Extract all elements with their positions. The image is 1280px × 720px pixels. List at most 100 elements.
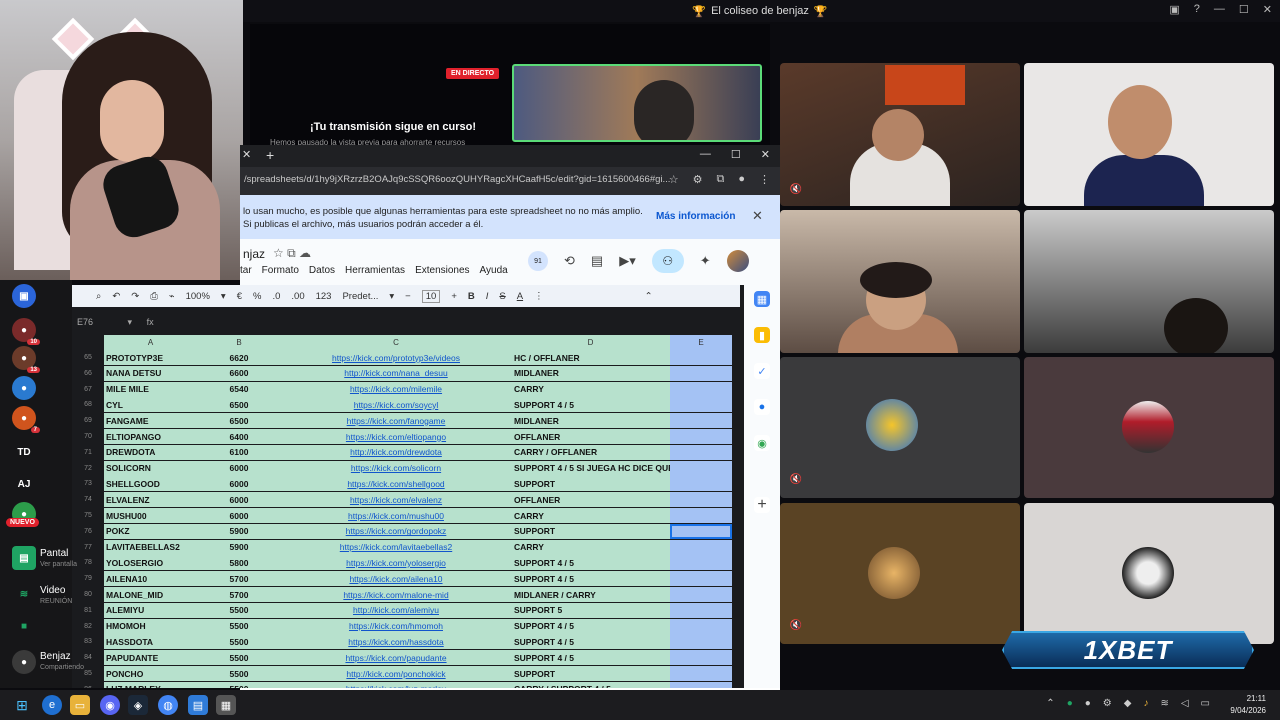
cell-name[interactable]: MALONE_MID (104, 587, 197, 602)
cell-score[interactable]: 6000 (197, 492, 281, 508)
add-icon[interactable]: + (754, 496, 770, 513)
cell-score[interactable]: 5700 (197, 571, 281, 587)
menu-item[interactable]: Extensiones (415, 265, 469, 276)
maps-icon[interactable]: ◉ (754, 435, 770, 451)
cell-score[interactable]: 5700 (197, 587, 281, 602)
windows-start-icon[interactable]: ⊞ (12, 695, 32, 715)
cast-icon[interactable]: ▣ (1169, 3, 1179, 16)
row-number[interactable]: 77 (72, 539, 104, 555)
minimize-button[interactable]: — (700, 148, 711, 161)
volume-icon[interactable]: ◁ (1181, 698, 1189, 709)
cell-name[interactable]: FANGAME (104, 413, 197, 429)
row-number[interactable]: 81 (72, 602, 104, 618)
cell-link[interactable]: https://kick.com/solicorn (281, 460, 511, 476)
cell-empty[interactable] (670, 523, 732, 539)
cell-name[interactable]: LAVITAEBELLAS2 (104, 539, 197, 555)
number-format[interactable]: 123 (316, 291, 332, 302)
plus-icon[interactable]: + (451, 291, 457, 302)
search-icon[interactable]: ⌕ (96, 291, 101, 302)
cell-empty[interactable] (670, 397, 732, 413)
cell-name[interactable]: NANA DETSU (104, 365, 197, 381)
tv-icon[interactable]: ▣ (12, 284, 36, 308)
help-icon[interactable]: ? (1194, 3, 1200, 16)
cell-score[interactable]: 6540 (197, 381, 281, 397)
cell-name[interactable]: ALEMIYU (104, 602, 197, 618)
column-header[interactable]: D (511, 335, 670, 350)
avatar[interactable]: ● (12, 650, 36, 674)
row-number[interactable]: 66 (72, 365, 104, 381)
cell-role[interactable]: CARRY (511, 539, 670, 555)
cell-link[interactable]: https://kick.com/shellgood (281, 476, 511, 492)
tray-icon[interactable]: ● (1067, 698, 1073, 709)
discord-icon[interactable]: ◉ (100, 695, 120, 715)
more-menu-icon[interactable]: ⋮ (759, 173, 770, 186)
column-header[interactable]: E (670, 335, 732, 350)
increase-decimal[interactable]: .00 (291, 291, 304, 302)
cell-empty[interactable] (670, 460, 732, 476)
participant-tile[interactable] (1024, 357, 1274, 498)
channel-icon[interactable]: ● 7 (12, 406, 40, 433)
paint-format-icon[interactable]: ⌁ (169, 291, 175, 302)
cell-link[interactable]: https://kick.com/luz-marley (281, 681, 511, 688)
sidebar-item-td[interactable]: TD (12, 440, 36, 464)
cell-name[interactable]: PONCHO (104, 666, 197, 681)
keep-icon[interactable]: ▮ (754, 327, 770, 343)
cell-role[interactable]: SUPPORT 4 / 5 (511, 650, 670, 666)
close-button[interactable]: ✕ (761, 148, 770, 161)
collapse-icon[interactable]: ⌃ (645, 291, 653, 302)
cell-link[interactable]: http://kick.com/nana_desuu (281, 365, 511, 381)
cell-empty[interactable] (670, 681, 732, 688)
row-number[interactable]: 70 (72, 429, 104, 444)
cell-link[interactable]: https://kick.com/elvalenz (281, 492, 511, 508)
channel-icon[interactable]: ● 13 (12, 346, 40, 373)
sidebar-item-aj[interactable]: AJ (12, 472, 36, 496)
row-number[interactable]: 67 (72, 381, 104, 397)
cell-link[interactable]: http://kick.com/alemiyu (281, 602, 511, 618)
row-number[interactable]: 72 (72, 460, 104, 476)
cell-link[interactable]: http://kick.com/drewdota (281, 444, 511, 460)
screen-share-icon[interactable]: ▤ (12, 546, 36, 570)
cell-role[interactable]: MIDLANER (511, 365, 670, 381)
cell-link[interactable]: https://kick.com/ailena10 (281, 571, 511, 587)
strikethrough-icon[interactable]: S (499, 291, 505, 302)
tray-icon[interactable]: ⚙ (1103, 698, 1112, 709)
cell-role[interactable]: MIDLANER / CARRY (511, 587, 670, 602)
extension-icon[interactable]: ⚙ (693, 173, 703, 186)
cell-score[interactable]: 5500 (197, 602, 281, 618)
cell-role[interactable]: HC / OFFLANER (511, 350, 670, 365)
cell-empty[interactable] (670, 508, 732, 523)
row-number[interactable]: 71 (72, 444, 104, 460)
cell-score[interactable]: 5800 (197, 555, 281, 571)
formula-bar[interactable]: E76 ▾ fx (77, 317, 722, 328)
row-number[interactable]: 75 (72, 508, 104, 523)
cell-role[interactable]: SUPPORT (511, 523, 670, 539)
cell-role[interactable]: CARRY / SUPPORT 4 / 5 (511, 681, 670, 688)
redo-icon[interactable]: ↷ (131, 291, 139, 302)
mic-icon[interactable]: ♪ (1143, 698, 1148, 709)
cell-link[interactable]: https://kick.com/prototyp3e/videos (281, 350, 511, 365)
cell-link[interactable]: https://kick.com/eltiopango (281, 429, 511, 444)
cell-link[interactable]: https://kick.com/lavitaebellas2 (281, 539, 511, 555)
cell-name[interactable]: SOLICORN (104, 460, 197, 476)
close-button[interactable]: ✕ (1263, 3, 1272, 16)
cell-link[interactable]: https://kick.com/malone-mid (281, 587, 511, 602)
bold-icon[interactable]: B (468, 291, 475, 302)
cell-score[interactable]: 5500 (197, 634, 281, 650)
cell-score[interactable]: 6620 (197, 350, 281, 365)
percent-format[interactable]: % (253, 291, 261, 302)
cell-score[interactable]: 5500 (197, 666, 281, 681)
cell-score[interactable]: 6500 (197, 413, 281, 429)
row-number[interactable]: 73 (72, 476, 104, 492)
cell-score[interactable]: 5500 (197, 618, 281, 634)
camera-icon[interactable]: ■ (12, 614, 36, 638)
cell-name[interactable]: ELTIOPANGO (104, 429, 197, 444)
decrease-decimal[interactable]: .0 (272, 291, 280, 302)
font-select[interactable]: Predet... (342, 291, 378, 302)
new-tab-icon[interactable]: + (266, 147, 274, 163)
contacts-icon[interactable]: ● (754, 399, 770, 415)
cell-score[interactable]: 6600 (197, 365, 281, 381)
cell-score[interactable]: 5900 (197, 523, 281, 539)
close-tab-icon[interactable]: ✕ (242, 148, 251, 161)
menu-item[interactable]: Herramientas (345, 265, 405, 276)
row-number[interactable]: 69 (72, 413, 104, 429)
